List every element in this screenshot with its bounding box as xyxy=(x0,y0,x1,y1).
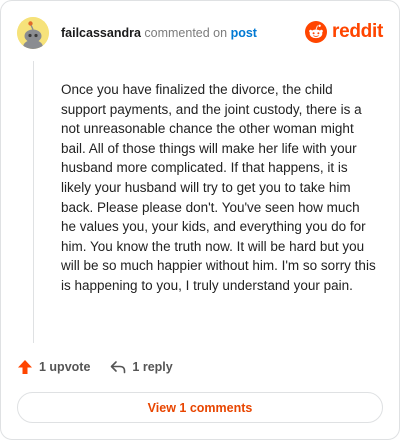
comment-actions: 1 upvote 1 reply xyxy=(17,359,193,375)
reddit-wordmark: reddit xyxy=(332,21,383,42)
username[interactable]: failcassandra xyxy=(61,26,141,40)
comment-header: failcassandra commented on post xyxy=(61,25,257,41)
reply-count: 1 reply xyxy=(132,360,173,374)
reply-button[interactable]: 1 reply xyxy=(110,360,173,374)
reply-arrow-icon xyxy=(111,361,126,374)
comment-body: Once you have finalized the divorce, the… xyxy=(61,82,376,293)
action-verb: commented on xyxy=(144,26,228,40)
reddit-logo-icon xyxy=(305,21,328,43)
upvote-arrow-icon xyxy=(18,360,32,374)
reddit-brand[interactable]: reddit xyxy=(305,21,383,43)
upvote-button[interactable]: 1 upvote xyxy=(17,359,90,375)
view-comments-button[interactable]: View 1 comments xyxy=(17,392,383,423)
comment-card: failcassandra commented on post reddit O… xyxy=(0,0,400,440)
upvote-count: 1 upvote xyxy=(39,360,91,374)
snoo-avatar-icon xyxy=(17,17,49,49)
avatar[interactable] xyxy=(17,17,49,49)
post-link[interactable]: post xyxy=(231,26,257,40)
thread-line[interactable] xyxy=(33,61,34,343)
